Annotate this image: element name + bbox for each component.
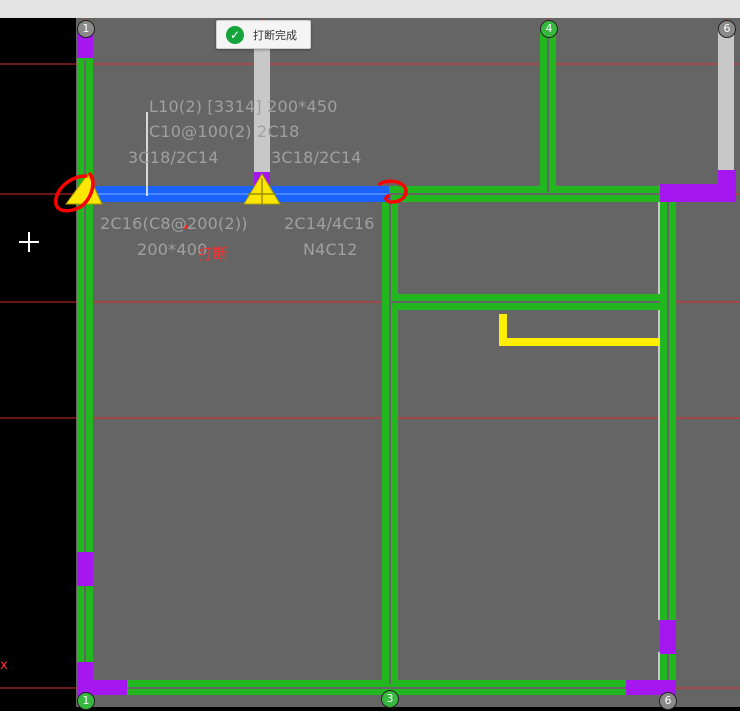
axis-badge-1-bottom: 1 [77, 692, 95, 710]
beam-label-left-top-rebar: 3C18/2C14 [128, 148, 219, 167]
axis-badge-1-top: 1 [77, 20, 95, 38]
crosshair-cursor-icon [19, 232, 39, 252]
beam-label-stirrup: C10@100(2) 2C18 [149, 122, 300, 141]
beam-label-left-bottom-rebar: 2C16(C8@200(2)) [100, 214, 248, 233]
beam-label-name: L10(2) [3314] 200*450 [149, 97, 338, 116]
toast-message: 打断完成 [253, 28, 297, 42]
beam-label-section: 200*400 [137, 240, 208, 259]
beam-label-right-top-rebar: 3C18/2C14 [271, 148, 362, 167]
axis-badge-6-bottom: 6 [659, 692, 677, 710]
cad-drawing-canvas[interactable] [0, 18, 740, 707]
top-toolbar-strip [0, 0, 740, 18]
beam-label-torsion-rebar: N4C12 [303, 240, 358, 259]
axis-badge-6-top: 6 [718, 20, 736, 38]
axis-badge-4-top: 4 [540, 20, 558, 38]
drawing-svg[interactable] [0, 18, 740, 707]
left-panel [0, 18, 76, 707]
axis-badge-3-bottom: 3 [381, 690, 399, 708]
beam-label-right-bottom-rebar: 2C14/4C16 [284, 214, 375, 233]
break-label: 打断 [198, 245, 229, 263]
toast-notification: ✓ 打断完成 [216, 20, 311, 49]
side-marker: x [0, 658, 8, 673]
check-circle-icon: ✓ [226, 25, 244, 44]
